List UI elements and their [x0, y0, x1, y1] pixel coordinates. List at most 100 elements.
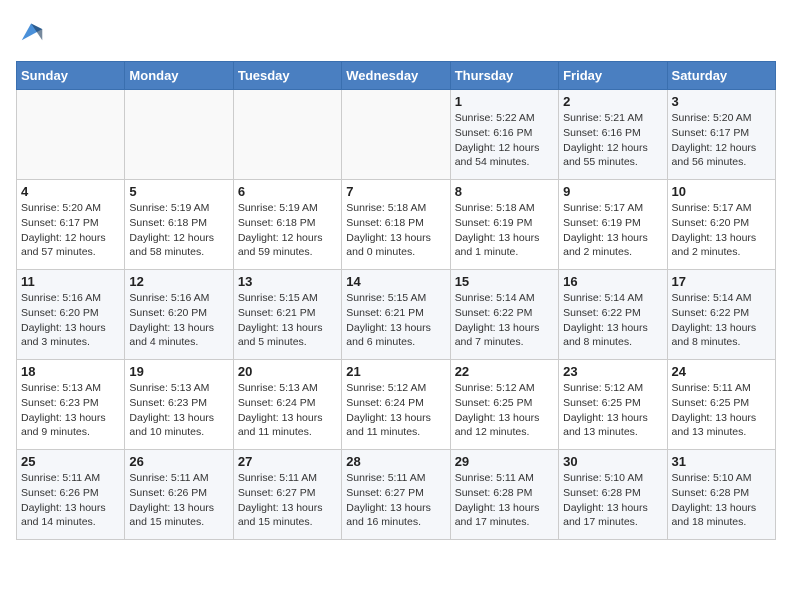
day-info: Sunrise: 5:12 AMSunset: 6:24 PMDaylight:…	[346, 381, 445, 440]
calendar-cell: 9 Sunrise: 5:17 AMSunset: 6:19 PMDaylight…	[559, 180, 667, 270]
day-number: 30	[563, 454, 662, 469]
day-info: Sunrise: 5:19 AMSunset: 6:18 PMDaylight:…	[238, 201, 337, 260]
day-number: 14	[346, 274, 445, 289]
day-info: Sunrise: 5:18 AMSunset: 6:18 PMDaylight:…	[346, 201, 445, 260]
day-number: 27	[238, 454, 337, 469]
calendar-cell	[17, 90, 125, 180]
calendar-cell: 29 Sunrise: 5:11 AMSunset: 6:28 PMDayligh…	[450, 450, 558, 540]
calendar-cell: 15 Sunrise: 5:14 AMSunset: 6:22 PMDayligh…	[450, 270, 558, 360]
calendar-table: SundayMondayTuesdayWednesdayThursdayFrid…	[16, 61, 776, 540]
day-info: Sunrise: 5:15 AMSunset: 6:21 PMDaylight:…	[346, 291, 445, 350]
calendar-cell: 18 Sunrise: 5:13 AMSunset: 6:23 PMDayligh…	[17, 360, 125, 450]
day-info: Sunrise: 5:14 AMSunset: 6:22 PMDaylight:…	[455, 291, 554, 350]
col-header-thursday: Thursday	[450, 62, 558, 90]
day-number: 26	[129, 454, 228, 469]
day-number: 15	[455, 274, 554, 289]
col-header-tuesday: Tuesday	[233, 62, 341, 90]
day-number: 29	[455, 454, 554, 469]
day-info: Sunrise: 5:20 AMSunset: 6:17 PMDaylight:…	[672, 111, 771, 170]
day-number: 28	[346, 454, 445, 469]
day-info: Sunrise: 5:11 AMSunset: 6:27 PMDaylight:…	[346, 471, 445, 530]
calendar-cell: 28 Sunrise: 5:11 AMSunset: 6:27 PMDayligh…	[342, 450, 450, 540]
day-number: 3	[672, 94, 771, 109]
day-number: 7	[346, 184, 445, 199]
calendar-cell: 30 Sunrise: 5:10 AMSunset: 6:28 PMDayligh…	[559, 450, 667, 540]
day-number: 19	[129, 364, 228, 379]
calendar-cell: 5 Sunrise: 5:19 AMSunset: 6:18 PMDaylight…	[125, 180, 233, 270]
day-info: Sunrise: 5:16 AMSunset: 6:20 PMDaylight:…	[21, 291, 120, 350]
day-number: 24	[672, 364, 771, 379]
calendar-cell: 10 Sunrise: 5:17 AMSunset: 6:20 PMDayligh…	[667, 180, 775, 270]
day-number: 9	[563, 184, 662, 199]
day-number: 5	[129, 184, 228, 199]
calendar-cell: 17Sunrise: 5:14 AMSunset: 6:22 PMDayligh…	[667, 270, 775, 360]
page-header	[16, 16, 776, 49]
day-info: Sunrise: 5:13 AMSunset: 6:24 PMDaylight:…	[238, 381, 337, 440]
logo-text	[16, 16, 46, 49]
day-info: Sunrise: 5:17 AMSunset: 6:19 PMDaylight:…	[563, 201, 662, 260]
calendar-cell: 3 Sunrise: 5:20 AMSunset: 6:17 PMDaylight…	[667, 90, 775, 180]
day-info: Sunrise: 5:21 AMSunset: 6:16 PMDaylight:…	[563, 111, 662, 170]
day-info: Sunrise: 5:13 AMSunset: 6:23 PMDaylight:…	[21, 381, 120, 440]
calendar-cell: 19 Sunrise: 5:13 AMSunset: 6:23 PMDayligh…	[125, 360, 233, 450]
calendar-cell	[342, 90, 450, 180]
calendar-cell	[233, 90, 341, 180]
calendar-cell: 14 Sunrise: 5:15 AMSunset: 6:21 PMDayligh…	[342, 270, 450, 360]
calendar-cell: 7 Sunrise: 5:18 AMSunset: 6:18 PMDaylight…	[342, 180, 450, 270]
day-info: Sunrise: 5:12 AMSunset: 6:25 PMDaylight:…	[563, 381, 662, 440]
calendar-week-3: 11 Sunrise: 5:16 AMSunset: 6:20 PMDayligh…	[17, 270, 776, 360]
day-info: Sunrise: 5:10 AMSunset: 6:28 PMDaylight:…	[672, 471, 771, 530]
day-info: Sunrise: 5:11 AMSunset: 6:27 PMDaylight:…	[238, 471, 337, 530]
day-info: Sunrise: 5:19 AMSunset: 6:18 PMDaylight:…	[129, 201, 228, 260]
day-info: Sunrise: 5:13 AMSunset: 6:23 PMDaylight:…	[129, 381, 228, 440]
day-info: Sunrise: 5:18 AMSunset: 6:19 PMDaylight:…	[455, 201, 554, 260]
calendar-cell	[125, 90, 233, 180]
calendar-week-5: 25 Sunrise: 5:11 AMSunset: 6:26 PMDayligh…	[17, 450, 776, 540]
calendar-cell: 24 Sunrise: 5:11 AMSunset: 6:25 PMDayligh…	[667, 360, 775, 450]
day-number: 20	[238, 364, 337, 379]
day-number: 21	[346, 364, 445, 379]
day-info: Sunrise: 5:11 AMSunset: 6:25 PMDaylight:…	[672, 381, 771, 440]
header-row: SundayMondayTuesdayWednesdayThursdayFrid…	[17, 62, 776, 90]
calendar-cell: 23 Sunrise: 5:12 AMSunset: 6:25 PMDayligh…	[559, 360, 667, 450]
logo	[16, 16, 46, 49]
calendar-cell: 26Sunrise: 5:11 AMSunset: 6:26 PMDayligh…	[125, 450, 233, 540]
calendar-cell: 12Sunrise: 5:16 AMSunset: 6:20 PMDayligh…	[125, 270, 233, 360]
day-info: Sunrise: 5:15 AMSunset: 6:21 PMDaylight:…	[238, 291, 337, 350]
calendar-cell: 21 Sunrise: 5:12 AMSunset: 6:24 PMDayligh…	[342, 360, 450, 450]
day-info: Sunrise: 5:11 AMSunset: 6:28 PMDaylight:…	[455, 471, 554, 530]
day-number: 22	[455, 364, 554, 379]
calendar-cell: 31 Sunrise: 5:10 AMSunset: 6:28 PMDayligh…	[667, 450, 775, 540]
col-header-wednesday: Wednesday	[342, 62, 450, 90]
day-info: Sunrise: 5:14 AMSunset: 6:22 PMDaylight:…	[672, 291, 771, 350]
calendar-week-2: 4Sunrise: 5:20 AMSunset: 6:17 PMDaylight…	[17, 180, 776, 270]
calendar-cell: 1 Sunrise: 5:22 AMSunset: 6:16 PMDaylight…	[450, 90, 558, 180]
logo-icon	[18, 16, 46, 44]
col-header-friday: Friday	[559, 62, 667, 90]
col-header-sunday: Sunday	[17, 62, 125, 90]
day-info: Sunrise: 5:16 AMSunset: 6:20 PMDaylight:…	[129, 291, 228, 350]
calendar-cell: 22 Sunrise: 5:12 AMSunset: 6:25 PMDayligh…	[450, 360, 558, 450]
day-info: Sunrise: 5:22 AMSunset: 6:16 PMDaylight:…	[455, 111, 554, 170]
day-number: 8	[455, 184, 554, 199]
day-number: 16	[563, 274, 662, 289]
day-info: Sunrise: 5:10 AMSunset: 6:28 PMDaylight:…	[563, 471, 662, 530]
calendar-cell: 25 Sunrise: 5:11 AMSunset: 6:26 PMDayligh…	[17, 450, 125, 540]
day-number: 11	[21, 274, 120, 289]
day-info: Sunrise: 5:17 AMSunset: 6:20 PMDaylight:…	[672, 201, 771, 260]
day-info: Sunrise: 5:11 AMSunset: 6:26 PMDaylight:…	[21, 471, 120, 530]
day-number: 25	[21, 454, 120, 469]
calendar-week-1: 1 Sunrise: 5:22 AMSunset: 6:16 PMDaylight…	[17, 90, 776, 180]
day-number: 1	[455, 94, 554, 109]
day-number: 18	[21, 364, 120, 379]
calendar-cell: 16Sunrise: 5:14 AMSunset: 6:22 PMDayligh…	[559, 270, 667, 360]
day-number: 23	[563, 364, 662, 379]
col-header-monday: Monday	[125, 62, 233, 90]
day-number: 10	[672, 184, 771, 199]
calendar-cell: 2Sunrise: 5:21 AMSunset: 6:16 PMDaylight…	[559, 90, 667, 180]
day-info: Sunrise: 5:12 AMSunset: 6:25 PMDaylight:…	[455, 381, 554, 440]
calendar-cell: 4Sunrise: 5:20 AMSunset: 6:17 PMDaylight…	[17, 180, 125, 270]
calendar-cell: 11 Sunrise: 5:16 AMSunset: 6:20 PMDayligh…	[17, 270, 125, 360]
day-number: 31	[672, 454, 771, 469]
calendar-cell: 20 Sunrise: 5:13 AMSunset: 6:24 PMDayligh…	[233, 360, 341, 450]
